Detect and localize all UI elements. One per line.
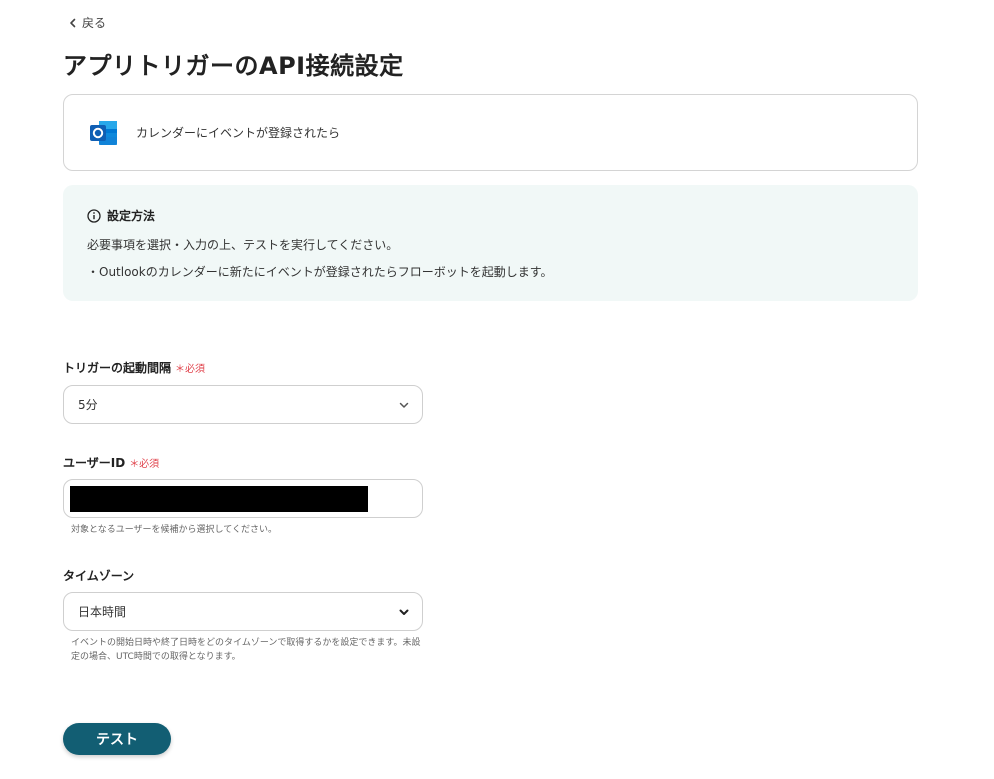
back-label: 戻る	[82, 16, 107, 30]
chevron-left-icon	[70, 18, 76, 27]
info-line: 必要事項を選択・入力の上、テストを実行してください。	[87, 238, 399, 252]
test-button[interactable]: テスト	[63, 723, 171, 755]
required-badge: ＊必須	[129, 459, 160, 470]
interval-label: トリガーの起動間隔 ＊必須	[63, 359, 205, 376]
user-id-label: ユーザーID ＊必須	[63, 454, 159, 471]
info-heading-text: 設定方法	[107, 209, 156, 223]
user-id-label-text: ユーザーID	[63, 456, 126, 470]
timezone-select[interactable]: 日本時間	[63, 592, 423, 631]
timezone-label-text: タイムゾーン	[63, 569, 135, 583]
interval-select[interactable]: 5分	[63, 385, 423, 424]
timezone-label: タイムゾーン	[63, 567, 134, 584]
chevron-down-icon	[399, 609, 409, 615]
info-box: 設定方法 必要事項を選択・入力の上、テストを実行してください。 ・Outlook…	[63, 185, 918, 301]
info-icon	[87, 208, 101, 223]
interval-label-text: トリガーの起動間隔	[63, 361, 172, 375]
timezone-select-value: 日本時間	[78, 605, 127, 619]
timezone-help: イベントの開始日時や終了日時をどのタイムゾーンで取得するかを設定できます。未設定…	[71, 638, 421, 662]
trigger-card: カレンダーにイベントが登録されたら	[63, 94, 918, 171]
interval-select-value: 5分	[78, 398, 98, 412]
back-link[interactable]: 戻る	[68, 14, 106, 31]
redacted-value	[70, 486, 368, 512]
page-title: アプリトリガーのAPI接続設定	[63, 52, 404, 80]
required-badge: ＊必須	[175, 364, 206, 375]
outlook-icon	[88, 117, 120, 149]
info-line: ・Outlookのカレンダーに新たにイベントが登録されたらフローボットを起動しま…	[87, 265, 553, 279]
info-heading: 設定方法	[87, 207, 894, 224]
user-id-help: 対象となるユーザーを候補から選択してください。	[71, 525, 278, 535]
user-id-input[interactable]	[63, 479, 423, 518]
trigger-label: カレンダーにイベントが登録されたら	[136, 126, 341, 140]
chevron-down-icon	[399, 402, 409, 408]
